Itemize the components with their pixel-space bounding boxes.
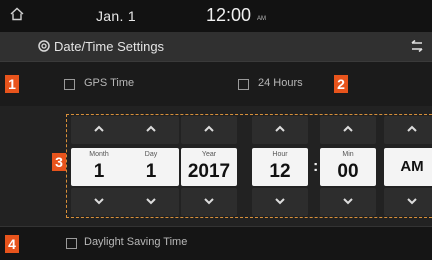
ampm-up-button[interactable] [384,116,432,144]
24-hours-checkbox[interactable]: 24 Hours [232,70,332,98]
hour-value[interactable]: Hour 12 [252,148,308,186]
status-time: 12:00 [206,5,252,25]
day-value[interactable]: Day 1 [123,148,179,186]
back-button[interactable] [398,32,432,62]
back-arrow-icon [411,40,423,52]
ampm-value[interactable]: AM [384,148,432,186]
options-row: 1 GPS Time 24 Hours 2 [0,62,432,106]
chevron-down-icon [407,198,417,205]
ampm-column: AM [384,116,432,216]
callout-marker-4: 4 [5,235,19,253]
title-bar: Date/Time Settings [0,32,432,62]
year-up-button[interactable] [181,116,237,144]
month-number: 1 [93,161,105,182]
page-title: Date/Time Settings [54,39,165,54]
status-date: Jan. 1 [96,8,136,24]
hour-number: 12 [269,161,291,182]
month-up-button[interactable] [71,116,127,144]
chevron-down-icon [275,198,285,205]
hour-label: Hour [272,151,288,158]
month-column: Month 1 [71,116,127,216]
chevron-up-icon [204,125,214,132]
home-icon [10,7,24,21]
minute-column: Min 00 [320,116,376,216]
callout-marker-1: 1 [5,75,19,93]
chevron-down-icon [343,198,353,205]
minute-value[interactable]: Min 00 [320,148,376,186]
minute-label: Min [342,151,354,158]
year-number: 2017 [187,161,231,182]
callout-marker-3: 3 [52,153,66,171]
callout-marker-2: 2 [334,75,348,93]
year-down-button[interactable] [181,188,237,216]
date-time-settings-screen: Jan. 1 12:00 AM Date/Time Settings 1 GPS… [0,0,432,260]
daylight-saving-checkbox[interactable]: Daylight Saving Time [22,230,242,256]
status-time-suffix: AM [257,16,266,22]
year-column: Year 2017 [181,116,237,216]
daylight-saving-checkbox-box[interactable] [66,238,77,249]
gps-time-checkbox[interactable]: GPS Time [22,70,162,98]
day-down-button[interactable] [123,188,179,216]
hour-up-button[interactable] [252,116,308,144]
chevron-up-icon [343,125,353,132]
month-value[interactable]: Month 1 [71,148,127,186]
24-hours-checkbox-box[interactable] [238,79,249,90]
minute-up-button[interactable] [320,116,376,144]
minute-down-button[interactable] [320,188,376,216]
chevron-up-icon [146,125,156,132]
ampm-text: AM [400,158,424,175]
status-bar: Jan. 1 12:00 AM [0,0,432,32]
daylight-saving-label: Daylight Saving Time [84,236,188,248]
minute-number: 00 [337,161,359,182]
day-label: Day [144,151,158,158]
gear-icon [38,40,50,52]
time-separator: : [313,158,319,175]
date-time-picker: 3 Month 1 Day 1 Year 2017 Hour 12: Min … [0,106,432,226]
chevron-up-icon [407,125,417,132]
24-hours-label: 24 Hours [258,77,303,89]
month-down-button[interactable] [71,188,127,216]
chevron-down-icon [146,198,156,205]
hour-column: Hour 12 [252,116,308,216]
hour-down-button[interactable] [252,188,308,216]
day-column: Day 1 [123,116,179,216]
ampm-down-button[interactable] [384,188,432,216]
chevron-down-icon [94,198,104,205]
daylight-saving-row: 4 Daylight Saving Time [0,226,432,260]
year-label: Year [201,151,217,158]
chevron-down-icon [204,198,214,205]
chevron-up-icon [275,125,285,132]
gps-time-label: GPS Time [84,77,135,89]
home-button[interactable] [0,0,34,30]
day-number: 1 [145,161,157,182]
chevron-up-icon [94,125,104,132]
year-value[interactable]: Year 2017 [181,148,237,186]
month-label: Month [89,151,109,158]
day-up-button[interactable] [123,116,179,144]
gps-time-checkbox-box[interactable] [64,79,75,90]
